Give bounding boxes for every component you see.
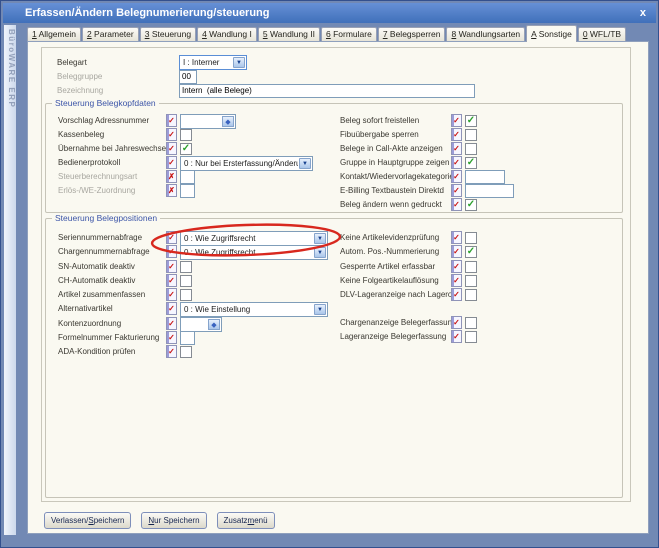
- verlassen-speichern-button[interactable]: Verlassen/Speichern: [44, 512, 131, 529]
- zusatzmenue-button[interactable]: Zusatzmenü: [217, 512, 275, 529]
- edit-allowed-icon[interactable]: ✓: [166, 114, 177, 127]
- edit-locked-icon[interactable]: ✗: [166, 184, 177, 197]
- window-title: Erfassen/Ändern Belegnumerierung/steueru…: [25, 7, 270, 19]
- tab-steuerung[interactable]: 3 Steuerung: [140, 27, 196, 41]
- autom-pos-nummerierung-checkbox[interactable]: ✓: [465, 246, 477, 258]
- belegart-dropdown[interactable]: I : Interner ▼: [179, 55, 247, 70]
- formelnummer-fakturierung-input[interactable]: [180, 331, 195, 345]
- nur-speichern-button[interactable]: Nur Speichern: [141, 512, 206, 529]
- close-icon[interactable]: x: [640, 3, 646, 23]
- chevron-down-icon[interactable]: ▼: [233, 57, 245, 68]
- dlv-lageranzeige-checkbox[interactable]: [465, 289, 477, 301]
- edit-allowed-icon[interactable]: ✓: [451, 330, 462, 343]
- tab-allgemein[interactable]: 1 Allgemein: [27, 27, 81, 41]
- chevron-down-icon[interactable]: ▼: [299, 158, 311, 169]
- bedienerprotokoll-dropdown[interactable]: 0 : Nur bei Ersterfassung/Änderung ▼: [180, 156, 313, 171]
- tab-parameter[interactable]: 2 Parameter: [82, 27, 139, 41]
- artikel-zusammenfassen-checkbox[interactable]: [180, 289, 192, 301]
- ch-automatik-checkbox[interactable]: [180, 275, 192, 287]
- edit-allowed-icon[interactable]: ✓: [451, 128, 462, 141]
- tab-wandlung-2[interactable]: 5 Wandlung II: [258, 27, 320, 41]
- fibuuebergabe-sperren-checkbox[interactable]: [465, 129, 477, 141]
- group-title: Steuerung Belegpositionen: [52, 213, 160, 224]
- edit-allowed-icon[interactable]: ✓: [451, 198, 462, 211]
- edit-allowed-icon[interactable]: ✓: [451, 142, 462, 155]
- bezeichnung-input[interactable]: Intern (alle Belege): [179, 84, 475, 98]
- edit-allowed-icon[interactable]: ✓: [166, 156, 177, 169]
- gruppe-hauptgruppe-checkbox[interactable]: ✓: [465, 157, 477, 169]
- title-bar: Erfassen/Ändern Belegnumerierung/steueru…: [3, 3, 656, 23]
- edit-allowed-icon[interactable]: ✓: [166, 142, 177, 155]
- tab-formulare[interactable]: 6 Formulare: [321, 27, 377, 41]
- chevron-down-icon[interactable]: ▼: [314, 304, 326, 315]
- edit-allowed-icon[interactable]: ✓: [166, 245, 177, 258]
- lageranzeige-checkbox[interactable]: [465, 331, 477, 343]
- edit-allowed-icon[interactable]: ✓: [166, 345, 177, 358]
- ada-kondition-checkbox[interactable]: [180, 346, 192, 358]
- seriennummernabfrage-dropdown[interactable]: 0 : Wie Zugriffsrecht ▼: [180, 231, 328, 246]
- uebernahme-jahreswechsel-checkbox[interactable]: ✓: [180, 143, 192, 155]
- chargenanzeige-checkbox[interactable]: [465, 317, 477, 329]
- belegart-label: Belegart: [57, 58, 87, 67]
- group-belegkopfdaten: Steuerung Belegkopfdaten Vorschlag Adres…: [45, 103, 623, 213]
- belege-call-akte-checkbox[interactable]: [465, 143, 477, 155]
- chargennummernabfrage-dropdown[interactable]: 0 : Wie Zugriffsrecht ▼: [180, 245, 328, 260]
- beleggruppe-label: Beleggruppe: [57, 72, 102, 81]
- erloes-we-zuordnung-input[interactable]: [180, 184, 195, 198]
- edit-allowed-icon[interactable]: ✓: [166, 231, 177, 244]
- edit-locked-icon[interactable]: ✗: [166, 170, 177, 183]
- edit-allowed-icon[interactable]: ✓: [451, 288, 462, 301]
- edit-allowed-icon[interactable]: ✓: [166, 274, 177, 287]
- kontakt-wiedervorlagekategorie-input[interactable]: [465, 170, 505, 184]
- spinner-icon[interactable]: ◆: [222, 116, 234, 127]
- edit-allowed-icon[interactable]: ✓: [166, 288, 177, 301]
- steuerberechnungsart-input[interactable]: [180, 170, 195, 184]
- gesperrte-artikel-checkbox[interactable]: [465, 261, 477, 273]
- tab-bar: 1 Allgemein 2 Parameter 3 Steuerung 4 Wa…: [27, 25, 627, 41]
- tab-wandlung-1[interactable]: 4 Wandlung I: [197, 27, 257, 41]
- beleg-sofort-freistellen-checkbox[interactable]: ✓: [465, 115, 477, 127]
- vorschlag-adressnummer-input[interactable]: ◆: [180, 114, 236, 129]
- tab-wandlungsarten[interactable]: 8 Wandlungsarten: [446, 27, 525, 41]
- button-bar: Verlassen/Speichern Nur Speichern Zusatz…: [44, 512, 275, 529]
- edit-allowed-icon[interactable]: ✓: [451, 245, 462, 258]
- tab-page-sonstige: Belegart I : Interner ▼ Beleggruppe 00 B…: [27, 41, 649, 534]
- tab-belegsperren[interactable]: 7 Belegsperren: [378, 27, 446, 41]
- beleg-aendern-gedruckt-checkbox[interactable]: ✓: [465, 199, 477, 211]
- spinner-icon[interactable]: ◆: [208, 319, 220, 330]
- edit-allowed-icon[interactable]: ✓: [451, 274, 462, 287]
- edit-allowed-icon[interactable]: ✓: [451, 184, 462, 197]
- group-belegpositionen: Steuerung Belegpositionen Seriennummerna…: [45, 218, 623, 498]
- chevron-down-icon[interactable]: ▼: [314, 233, 326, 244]
- bezeichnung-label: Bezeichnung: [57, 86, 103, 95]
- tab-wfl-tb[interactable]: 0 WFL/TB: [578, 27, 626, 41]
- edit-allowed-icon[interactable]: ✓: [166, 128, 177, 141]
- kassenbeleg-checkbox[interactable]: [180, 129, 192, 141]
- tab-sonstige[interactable]: A Sonstige: [526, 25, 577, 42]
- edit-allowed-icon[interactable]: ✓: [451, 156, 462, 169]
- edit-allowed-icon[interactable]: ✓: [166, 260, 177, 273]
- edit-allowed-icon[interactable]: ✓: [166, 302, 177, 315]
- edit-allowed-icon[interactable]: ✓: [166, 331, 177, 344]
- e-billing-textbaustein-input[interactable]: [465, 184, 514, 198]
- group-title: Steuerung Belegkopfdaten: [52, 98, 159, 109]
- kontenzuordnung-input[interactable]: ◆: [180, 317, 222, 332]
- sn-automatik-checkbox[interactable]: [180, 261, 192, 273]
- brand-vertical-text: BüroWARE ERP: [7, 29, 16, 108]
- edit-allowed-icon[interactable]: ✓: [451, 114, 462, 127]
- alternativartikel-dropdown[interactable]: 0 : Wie Einstellung ▼: [180, 302, 328, 317]
- keine-artikelevidenzpruefung-checkbox[interactable]: [465, 232, 477, 244]
- edit-allowed-icon[interactable]: ✓: [451, 170, 462, 183]
- chevron-down-icon[interactable]: ▼: [314, 247, 326, 258]
- edit-allowed-icon[interactable]: ✓: [451, 231, 462, 244]
- edit-allowed-icon[interactable]: ✓: [451, 260, 462, 273]
- edit-allowed-icon[interactable]: ✓: [451, 316, 462, 329]
- keine-folgeartikelaufloesung-checkbox[interactable]: [465, 275, 477, 287]
- edit-allowed-icon[interactable]: ✓: [166, 317, 177, 330]
- app-window: Erfassen/Ändern Belegnumerierung/steueru…: [0, 0, 659, 548]
- beleggruppe-input[interactable]: 00: [179, 70, 197, 84]
